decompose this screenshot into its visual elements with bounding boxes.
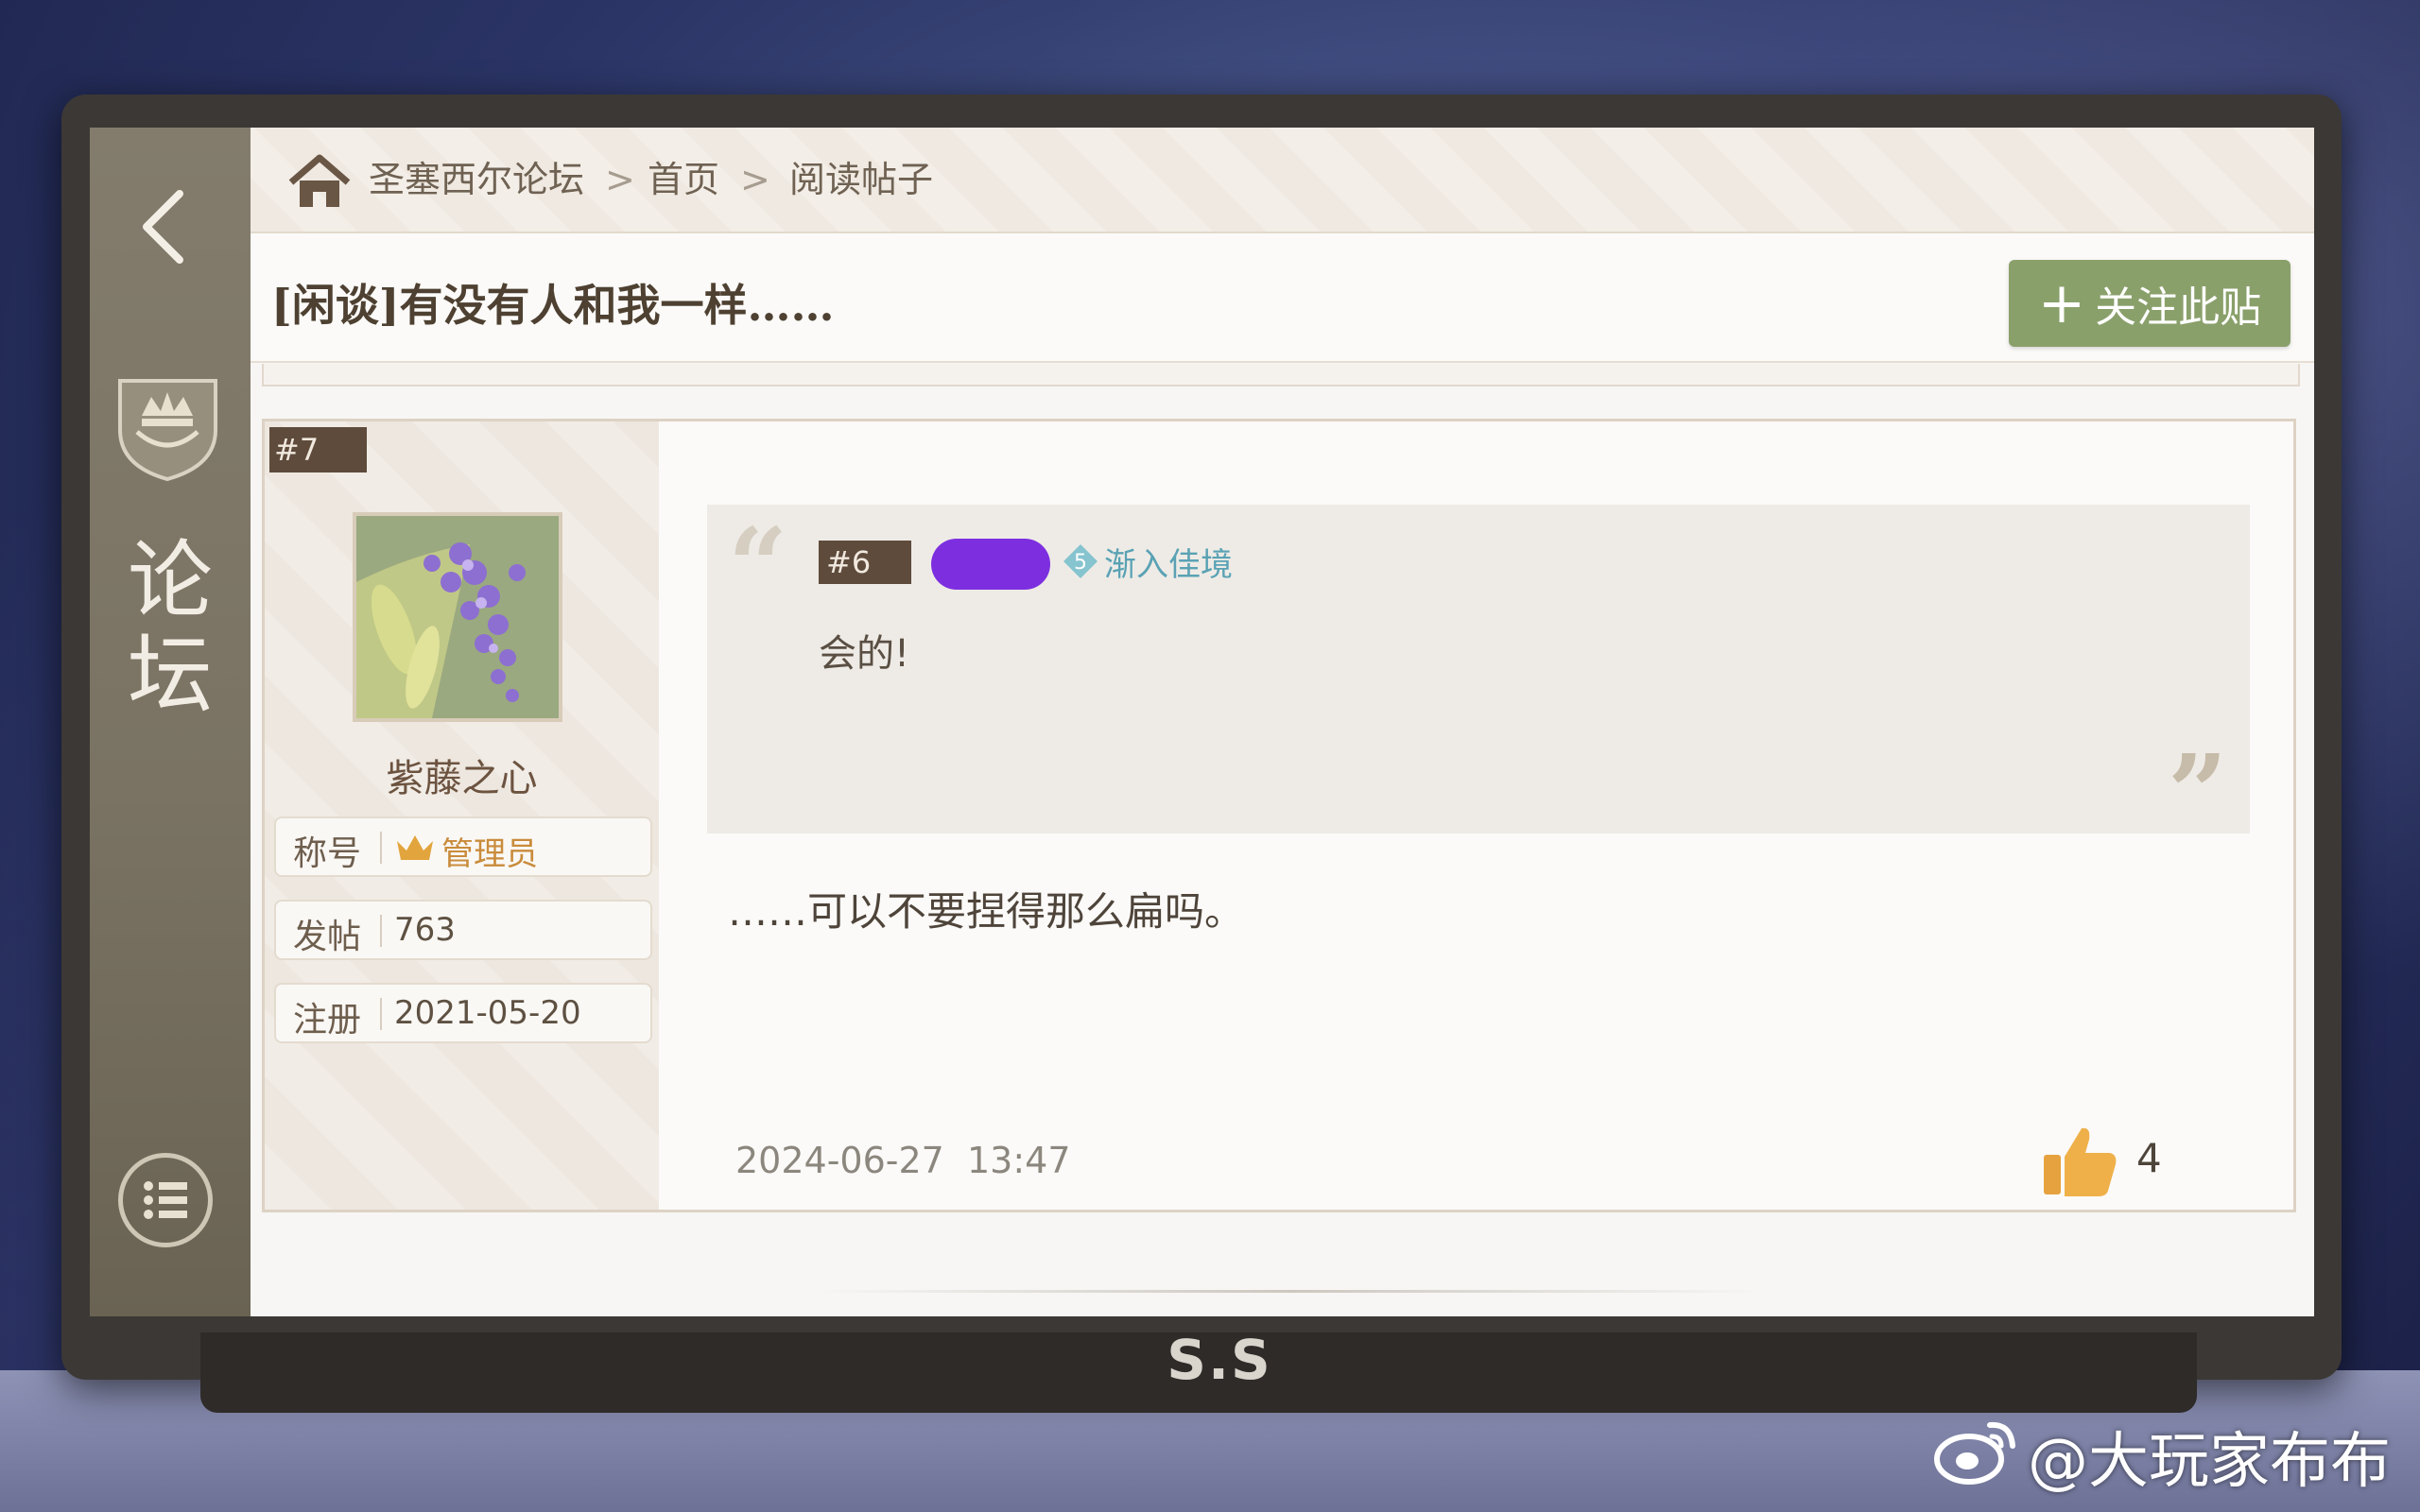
watermark-text: @大玩家布布 bbox=[2028, 1427, 2391, 1497]
main-content: 圣塞西尔论坛 > 首页 > 阅读帖子 [闲谈]有没有人和我一样…… + 关注此贴… bbox=[251, 128, 2314, 1316]
crest-icon bbox=[118, 379, 217, 482]
info-value: 763 bbox=[394, 911, 456, 949]
watermark: @大玩家布布 bbox=[1933, 1413, 2406, 1497]
author-panel: #7 紫藤之心 称号 管理员 发帖 763 注册 2021-05-20 bbox=[265, 421, 659, 1210]
divider bbox=[380, 832, 382, 864]
plus-icon: + bbox=[2037, 270, 2086, 336]
divider bbox=[380, 998, 382, 1030]
divider-ornament bbox=[818, 1290, 1763, 1293]
sidebar-title-char: 论 bbox=[128, 531, 213, 630]
breadcrumb: 圣塞西尔论坛 > 首页 > 阅读帖子 bbox=[251, 128, 2314, 233]
quoted-reply: “ #6 5 渐入佳境 会的! ” bbox=[707, 505, 2250, 845]
title-bar: [闲谈]有没有人和我一样…… bbox=[251, 233, 2314, 363]
open-quote-icon: “ bbox=[728, 505, 788, 627]
weibo-icon bbox=[1934, 1421, 2015, 1485]
menu-button[interactable] bbox=[118, 1153, 213, 1247]
level-number: 5 bbox=[1074, 551, 1087, 575]
divider bbox=[380, 915, 382, 947]
avatar[interactable] bbox=[353, 512, 562, 722]
quoted-text: 会的! bbox=[819, 632, 910, 676]
sidebar-title: 论 坛 bbox=[118, 534, 222, 723]
info-value: 2021-05-20 bbox=[394, 994, 581, 1032]
author-name[interactable]: 紫藤之心 bbox=[265, 747, 659, 802]
wisteria-avatar-image bbox=[356, 516, 559, 718]
floor-tag: #7 bbox=[269, 427, 367, 472]
breadcrumb-home[interactable]: 首页 bbox=[648, 156, 719, 203]
author-posts-row: 发帖 763 bbox=[274, 900, 652, 960]
breadcrumb-separator: > bbox=[740, 159, 770, 200]
sidebar: 论 坛 bbox=[90, 128, 251, 1316]
author-register-row: 注册 2021-05-20 bbox=[274, 983, 652, 1043]
crown-icon bbox=[397, 835, 433, 860]
info-label: 称号 bbox=[293, 834, 362, 873]
reply-text: ……可以不要捏得那么扁吗。 bbox=[728, 888, 1245, 935]
forum-screen: 论 坛 圣塞西尔论坛 > 首页 > 阅读帖子 [闲谈]有没有人和我一样…… + … bbox=[90, 128, 2314, 1316]
previous-post-edge bbox=[262, 364, 2300, 387]
info-label: 发帖 bbox=[293, 918, 362, 956]
post-card: #7 紫藤之心 称号 管理员 发帖 763 注册 2021-05-20 “ #6… bbox=[262, 419, 2296, 1212]
level-badge-icon: 5 bbox=[1063, 544, 1098, 578]
menu-icon bbox=[144, 1181, 187, 1219]
follow-button-label: 关注此贴 bbox=[2095, 284, 2262, 332]
level-name: 渐入佳境 bbox=[1104, 546, 1233, 584]
quote-floor-tag: #6 bbox=[819, 541, 911, 584]
like-count: 4 bbox=[2136, 1135, 2162, 1181]
back-button[interactable] bbox=[132, 184, 208, 264]
info-value-admin: 管理员 bbox=[441, 835, 538, 873]
back-icon bbox=[143, 190, 183, 264]
breadcrumb-current: 阅读帖子 bbox=[789, 159, 934, 200]
breadcrumb-forum[interactable]: 圣塞西尔论坛 bbox=[369, 156, 584, 203]
close-quote-icon: ” bbox=[2168, 731, 2228, 853]
redacted-username bbox=[931, 539, 1050, 590]
info-label: 注册 bbox=[293, 1001, 362, 1040]
brand-logo: S.S bbox=[1167, 1328, 1272, 1392]
follow-post-button[interactable]: + 关注此贴 bbox=[2009, 260, 2290, 347]
sidebar-title-char: 坛 bbox=[128, 626, 213, 725]
post-time: 2024-06-27 13:47 bbox=[735, 1140, 1071, 1181]
author-title-row: 称号 管理员 bbox=[274, 816, 652, 877]
thumbs-up-icon[interactable] bbox=[2040, 1123, 2119, 1198]
home-icon[interactable] bbox=[286, 154, 353, 211]
breadcrumb-separator: > bbox=[605, 159, 635, 200]
post-title: [闲谈]有没有人和我一样…… bbox=[271, 280, 835, 331]
